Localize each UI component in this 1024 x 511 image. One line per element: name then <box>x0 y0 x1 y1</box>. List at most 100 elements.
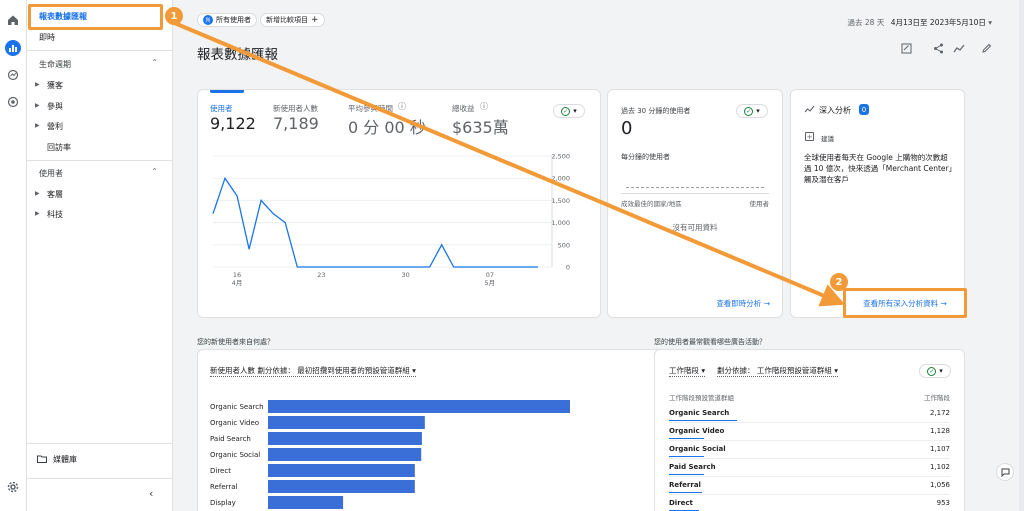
row-channel: Referral <box>669 481 701 489</box>
add-comparison-label: 新增比較項目 <box>266 16 308 24</box>
nav-item-engagement[interactable]: 參與 <box>47 101 63 112</box>
col-users: 使用者 <box>749 200 770 208</box>
bar <box>268 432 422 445</box>
nav-item-retention[interactable]: 回訪率 <box>47 142 71 153</box>
bar-label: Organic Search <box>210 403 264 411</box>
session-question: 您的使用者最常觀看哪些廣告活動？ <box>654 338 766 346</box>
y-tick-label: 0 <box>566 264 570 272</box>
collapse-chevron-icon[interactable]: ‹ <box>149 487 153 500</box>
bar-label: Display <box>210 499 236 507</box>
view-all-insights-label: 查看所有深入分析資料 <box>863 298 939 308</box>
page-title: 報表數據匯報 <box>197 47 278 63</box>
realtime-users-value: 0 <box>621 118 633 139</box>
view-all-insights-link[interactable]: 查看所有深入分析資料 → <box>843 288 967 318</box>
y-tick-label: 1,000 <box>551 219 570 227</box>
session-card: 工作階段 ▾ 劃分依據： 工作階段預設管道群組 ▾ ✓ ▾ 工作階段預設管道群組 … <box>654 349 965 511</box>
session-metric-label: 工作階段 <box>669 366 699 375</box>
segment-chip[interactable]: 所 所有使用者 <box>197 13 257 27</box>
row-sessions: 1,102 <box>929 463 950 471</box>
date-range-picker[interactable]: 過去 28 天 4月13日至 2023年5月10日 ▾ <box>848 17 992 28</box>
nav-section-lifecycle[interactable]: 生命週期 <box>39 59 71 70</box>
reports-icon[interactable] <box>5 40 21 56</box>
arrow-right-icon: → <box>763 299 770 308</box>
highlight-box-reports-snapshot <box>28 4 163 30</box>
nav-item-demographics[interactable]: 客層 <box>47 189 63 200</box>
insights-title: 深入分析 <box>819 106 851 115</box>
view-realtime-link[interactable]: 查看即時分析 → <box>716 298 770 309</box>
view-realtime-label: 查看即時分析 <box>716 299 762 308</box>
settings-icon[interactable] <box>5 479 21 495</box>
table-row[interactable]: Organic Social 1,107 <box>669 441 950 459</box>
chevron-down-icon: ▾ <box>834 366 839 375</box>
x-tick-label: 07 <box>486 271 494 279</box>
date-range-preset: 過去 28 天 <box>847 18 885 27</box>
home-icon[interactable] <box>5 12 21 28</box>
nav-item-library[interactable]: 媒體庫 <box>53 454 77 465</box>
bar-label: Organic Video <box>210 419 259 427</box>
divider <box>27 478 173 479</box>
comparison-toggle[interactable]: ✓▾ <box>919 364 951 378</box>
table-row[interactable]: Referral 1,056 <box>669 477 950 495</box>
acquisition-question: 您的新使用者來自何處？ <box>197 338 274 346</box>
x-tick-label: 16 <box>233 271 241 279</box>
expand-triangle-icon[interactable]: ▶ <box>35 210 40 217</box>
y-tick-label: 500 <box>558 241 570 249</box>
report-nav: 報表數據匯報 即時 生命週期 ⌃ ▶ 獲客 ▶ 參與 ▶ 營利 回訪率 使用者 … <box>27 0 173 511</box>
divider <box>27 160 173 161</box>
nav-item-tech[interactable]: 科技 <box>47 209 63 220</box>
table-row[interactable]: Paid Search 1,102 <box>669 459 950 477</box>
nav-item-monetization[interactable]: 營利 <box>47 121 63 132</box>
table-row[interactable]: Organic Video 1,128 <box>669 423 950 441</box>
insights-trend-icon[interactable] <box>953 43 966 56</box>
share-icon[interactable] <box>933 43 944 56</box>
row-bar <box>669 420 737 421</box>
row-sessions: 953 <box>936 499 950 507</box>
annotation-badge-2: 2 <box>830 273 848 291</box>
users-line-chart: 2,500 2,000 1,500 1,000 500 0 164月 23 30 075月 <box>212 153 570 287</box>
edit-card-icon[interactable] <box>901 43 912 56</box>
page-scrollbar[interactable] <box>1019 0 1024 511</box>
bar-label: Referral <box>210 483 238 491</box>
bar <box>268 496 344 509</box>
chevron-up-icon[interactable]: ⌃ <box>151 167 158 176</box>
pencil-icon[interactable] <box>981 43 992 56</box>
session-metric-dropdown[interactable]: 工作階段 ▾ <box>669 365 706 377</box>
check-circle-icon: ✓ <box>927 366 937 376</box>
per-minute-label: 每分鐘的使用者 <box>621 153 670 161</box>
table-row[interactable]: Organic Search 2,172 <box>669 405 950 423</box>
x-tick-month-label: 4月 <box>232 279 243 287</box>
expand-triangle-icon[interactable]: ▶ <box>35 102 40 109</box>
expand-triangle-icon[interactable]: ▶ <box>35 190 40 197</box>
expand-triangle-icon[interactable]: ▶ <box>35 122 40 129</box>
overview-card: 使用者 9,122 新使用者人數 7,189 平均參與時間 ⓘ 0 分 00 秒… <box>197 89 601 318</box>
advertising-icon[interactable] <box>5 94 21 110</box>
x-tick-month-label: 5月 <box>485 279 496 287</box>
chevron-down-icon: ▾ <box>701 366 706 375</box>
explore-icon[interactable] <box>5 67 21 83</box>
session-dimension-dropdown[interactable]: 劃分依據： 工作階段預設管道群組 ▾ <box>717 365 839 377</box>
expand-triangle-icon[interactable]: ▶ <box>35 81 40 88</box>
main-content: 所 所有使用者 新增比較項目 + 過去 28 天 4月13日至 2023年5月1… <box>173 0 1024 511</box>
row-sessions: 2,172 <box>929 409 950 417</box>
chevron-down-icon: ▾ <box>988 18 992 27</box>
row-channel: Direct <box>669 499 693 507</box>
row-sessions: 1,056 <box>929 481 950 489</box>
add-comparison-button[interactable]: 新增比較項目 + <box>260 13 325 27</box>
feedback-icon[interactable] <box>996 463 1014 481</box>
date-range-value: 4月13日至 2023年5月10日 <box>890 18 986 27</box>
bar <box>268 464 415 477</box>
divider <box>621 193 769 194</box>
row-channel: Organic Social <box>669 445 726 453</box>
annotation-badge-1: 1 <box>165 7 183 25</box>
per-minute-sparkline <box>626 187 764 188</box>
chevron-up-icon[interactable]: ⌃ <box>151 58 158 67</box>
row-bar <box>669 474 704 475</box>
plus-icon: + <box>311 15 319 25</box>
nav-item-acquisition[interactable]: 獲客 <box>47 80 63 91</box>
recommendation-text[interactable]: 全球使用者每天在 Google 上購物的次數超過 10 億次，快來透過「Merc… <box>804 152 954 185</box>
table-row[interactable]: Direct 953 <box>669 495 950 511</box>
nav-section-user[interactable]: 使用者 <box>39 168 63 179</box>
insights-trend-icon <box>804 105 815 116</box>
nav-item-realtime[interactable]: 即時 <box>39 32 55 43</box>
comparison-toggle[interactable]: ✓▾ <box>736 104 768 118</box>
